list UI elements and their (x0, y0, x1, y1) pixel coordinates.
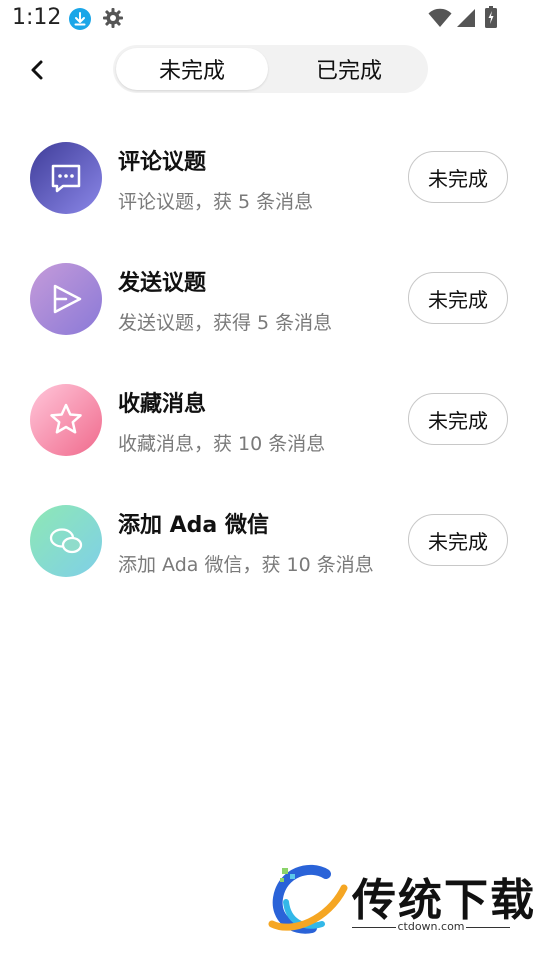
task-status-button[interactable]: 未完成 (408, 393, 508, 445)
download-icon (69, 8, 91, 30)
back-button[interactable] (22, 54, 54, 86)
tab-completed[interactable]: 已完成 (273, 48, 425, 90)
task-status-button[interactable]: 未完成 (408, 272, 508, 324)
watermark: 传统下载 ctdown.com (268, 862, 534, 942)
tab-incomplete[interactable]: 未完成 (116, 48, 268, 90)
brand-logo-icon (268, 865, 348, 934)
send-icon (30, 263, 102, 335)
task-title: 收藏消息 (118, 392, 207, 417)
task-item-comment: 评论议题 评论议题，获 5 条消息 未完成 (0, 142, 540, 242)
task-title: 发送议题 (118, 271, 207, 296)
task-description: 添加 Ada 微信，获 10 条消息 (118, 554, 374, 576)
task-title: 添加 Ada 微信 (118, 513, 269, 538)
task-item-send: 发送议题 发送议题，获得 5 条消息 未完成 (0, 263, 540, 363)
status-time: 1:12 (12, 5, 62, 30)
task-item-favorite: 收藏消息 收藏消息，获 10 条消息 未完成 (0, 384, 540, 484)
wechat-icon (30, 505, 102, 577)
battery-icon (485, 6, 497, 28)
gear-icon (102, 7, 124, 29)
task-title: 评论议题 (118, 150, 207, 175)
signal-icon (456, 8, 476, 28)
wifi-icon (428, 8, 452, 28)
task-status-button[interactable]: 未完成 (408, 151, 508, 203)
task-description: 收藏消息，获 10 条消息 (118, 433, 326, 455)
chevron-left-icon (31, 60, 43, 80)
task-status-button[interactable]: 未完成 (408, 514, 508, 566)
comment-icon (30, 142, 102, 214)
star-icon (30, 384, 102, 456)
watermark-brand: 传统下载 (352, 875, 536, 926)
task-item-wechat: 添加 Ada 微信 添加 Ada 微信，获 10 条消息 未完成 (0, 505, 540, 605)
watermark-url: ctdown.com (397, 920, 465, 933)
status-tabs: 未完成 已完成 (113, 45, 428, 93)
task-description: 评论议题，获 5 条消息 (118, 191, 314, 213)
task-description: 发送议题，获得 5 条消息 (118, 312, 333, 334)
status-bar: 1:12 (0, 0, 540, 38)
